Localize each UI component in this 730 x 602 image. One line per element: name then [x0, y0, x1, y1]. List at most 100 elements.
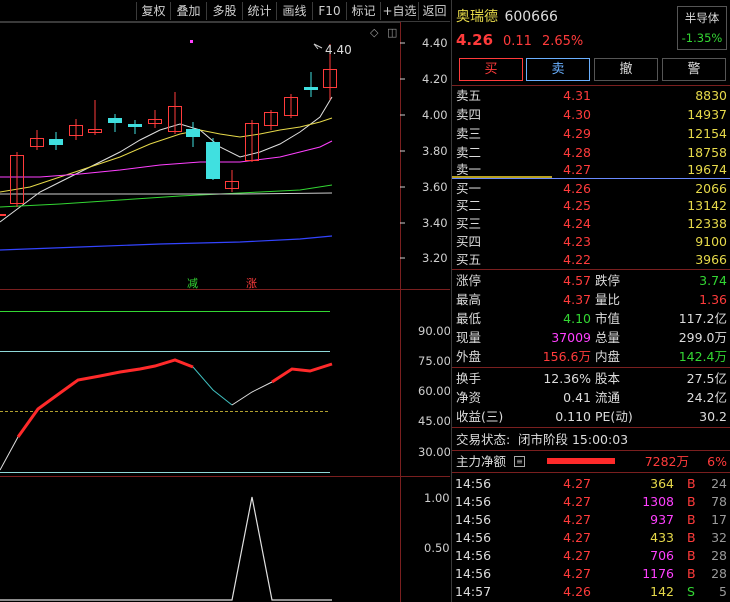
net-assets-label: 净资 [456, 390, 482, 405]
ask-row[interactable]: 卖四 4.30 14937 [452, 105, 730, 124]
tick-row: 14:56 4.27 1308 B 78 [455, 494, 727, 509]
trading-status: 交易状态: 闭市阶段 15:00:03 [452, 430, 730, 449]
limit-up-label: 涨停 [456, 273, 482, 288]
tick-row: 14:56 4.27 433 B 32 [455, 530, 727, 545]
ma-line-green [0, 184, 333, 208]
axis-tick: 4.00 [422, 108, 448, 122]
axis-tick: 4.20 [422, 72, 448, 86]
pe-value: 30.2 [699, 409, 727, 424]
chart-toolbar: 复权 叠加 多股 统计 画线 F10 标记 +自选 返回 [0, 0, 450, 22]
indicator-tick: 60.00 [418, 384, 450, 398]
pe-label: PE(动) [595, 409, 633, 424]
high-value: 4.37 [563, 292, 591, 307]
draw-line-button[interactable]: 画线 [276, 2, 312, 20]
market-cap-label: 市值 [595, 311, 621, 326]
net-assets-value: 0.41 [563, 390, 591, 405]
market-cap-value: 117.2亿 [678, 311, 727, 326]
decrease-marker: 减 [187, 277, 198, 290]
stock-code: 600666 [504, 9, 558, 25]
bid-row[interactable]: 买四 4.23 9100 [452, 232, 730, 251]
stock-name: 奥瑞德 [456, 9, 498, 25]
limit-up-value: 4.57 [563, 273, 591, 288]
sector-box[interactable]: 半导体 -1.35% [677, 6, 727, 50]
axis-tick: 4.40 [422, 36, 448, 50]
current-volume-value: 37009 [551, 330, 591, 345]
kline-chart[interactable]: 4.40 ◇ ◫ 4.40 4.20 4.00 3.80 3.60 3.40 3… [0, 22, 450, 602]
limit-down-value: 3.74 [699, 273, 727, 288]
cancel-order-button[interactable]: 撤 [594, 58, 658, 81]
float-shares-label: 流通 [595, 390, 621, 405]
tick-row: 14:56 4.27 706 B 28 [455, 548, 727, 563]
eps-label: 收益(三) [456, 409, 504, 424]
low-label: 最低 [456, 311, 482, 326]
window-icon: ◫ [387, 26, 397, 39]
mark-button[interactable]: 标记 [346, 2, 380, 20]
axis-tick: 3.20 [422, 251, 448, 265]
lower-tick: 1.00 [424, 491, 450, 505]
tick-row: 14:56 4.27 364 B 24 [455, 476, 727, 491]
indicator-tick: 90.00 [418, 324, 450, 338]
f10-button[interactable]: F10 [312, 2, 346, 20]
volume-ratio-value: 1.36 [699, 292, 727, 307]
last-price: 4.26 [456, 31, 494, 49]
main-flow-bar [547, 458, 615, 464]
main-flow-label: 主力净额 [456, 454, 507, 469]
buy-button[interactable]: 买 [459, 58, 523, 81]
ma-line-blue [0, 235, 333, 251]
total-volume-label: 总量 [595, 330, 621, 345]
indicator-line-white2 [231, 381, 273, 406]
main-flow-row[interactable]: 主力净额 ≡ 7282万 6% [452, 452, 730, 471]
sector-change: -1.35% [681, 31, 723, 45]
lower-tick: 0.50 [424, 541, 450, 555]
inner-volume-label: 内盘 [595, 349, 621, 364]
axis-tick: 3.80 [422, 144, 448, 158]
quote-panel: 奥瑞德 600666 4.26 0.11 2.65% 半导体 -1.35% 买 … [451, 0, 730, 602]
high-price-label: 4.40 [325, 43, 352, 57]
share-capital-value: 27.5亿 [686, 371, 727, 386]
float-shares-value: 24.2亿 [686, 390, 727, 405]
outer-volume-value: 156.6万 [542, 349, 591, 364]
indicator-tick: 30.00 [418, 445, 450, 459]
main-flow-value: 7282万 [644, 454, 689, 469]
tick-row: 14:56 4.27 1176 B 28 [455, 566, 727, 581]
increase-marker: 涨 [246, 277, 257, 290]
total-volume-value: 299.0万 [678, 330, 727, 345]
back-button[interactable]: 返回 [418, 2, 450, 20]
indicator-line-cyan [192, 366, 233, 406]
low-value: 4.10 [563, 311, 591, 326]
volume-ratio-label: 量比 [595, 292, 621, 307]
sell-button[interactable]: 卖 [526, 58, 590, 81]
outer-volume-label: 外盘 [456, 349, 482, 364]
lower-indicator-line [0, 496, 332, 601]
alert-button[interactable]: 警 [662, 58, 726, 81]
price-change: 0.11 [503, 34, 532, 49]
sector-name: 半导体 [684, 11, 720, 25]
axis-tick: 3.60 [422, 180, 448, 194]
statistics-button[interactable]: 统计 [242, 2, 276, 20]
ask-row[interactable]: 卖五 4.31 8830 [452, 86, 730, 105]
tick-row: 14:57 4.26 142 S 5 [455, 584, 727, 599]
indicator-tick: 75.00 [418, 354, 450, 368]
multi-stock-button[interactable]: 多股 [206, 2, 242, 20]
trading-status-value: 闭市阶段 15:00:03 [518, 432, 629, 447]
add-watchlist-button[interactable]: +自选 [380, 2, 418, 20]
main-flow-pct: 6% [707, 454, 727, 469]
indicator-line-white [0, 436, 19, 471]
price-change-pct: 2.65% [541, 34, 584, 49]
tick-row: 14:56 4.27 937 B 17 [455, 512, 727, 527]
kline-chart-area[interactable]: 4.40 ◇ ◫ 4.40 4.20 4.00 3.80 3.60 3.40 3… [0, 22, 450, 602]
ma-line-gray [0, 192, 333, 195]
ask-row[interactable]: 卖三 4.29 12154 [452, 124, 730, 143]
bid-row[interactable]: 买三 4.24 12338 [452, 214, 730, 233]
list-icon[interactable]: ≡ [514, 456, 525, 467]
overlay-button[interactable]: 叠加 [170, 2, 206, 20]
inner-volume-value: 142.4万 [678, 349, 727, 364]
adjust-rights-button[interactable]: 复权 [136, 2, 170, 20]
ma-line-magenta [0, 140, 333, 178]
bid-row[interactable]: 买二 4.25 13142 [452, 196, 730, 215]
bid-row[interactable]: 买五 4.22 3966 [452, 250, 730, 269]
ma-line-yellow [0, 117, 333, 193]
trading-status-label: 交易状态: [456, 432, 511, 447]
eps-value: 0.110 [555, 409, 591, 424]
axis-tick: 3.40 [422, 216, 448, 230]
